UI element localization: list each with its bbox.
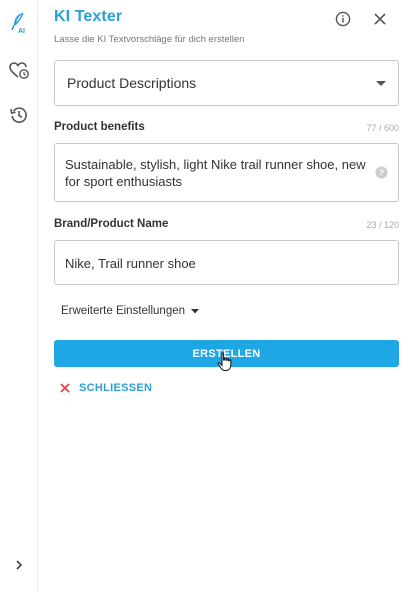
ki-texter-panel: AI KI Texter Lasse die KI Textvorschläge… (0, 0, 412, 592)
panel-subtitle: Lasse die KI Textvorschläge für dich ers… (54, 34, 245, 45)
advanced-settings-toggle[interactable]: Erweiterte Einstellungen (61, 305, 200, 317)
caret-down-icon (376, 81, 386, 86)
logo-badge: AI (18, 28, 25, 35)
advanced-settings-label: Erweiterte Einstellungen (61, 305, 186, 317)
hand-cursor-icon (217, 352, 232, 371)
close-icon[interactable] (369, 8, 391, 30)
close-label: SCHLIESSEN (79, 382, 153, 394)
benefits-counter: 77 / 600 (366, 123, 399, 133)
chevron-right-icon[interactable] (6, 552, 32, 578)
close-link[interactable]: SCHLIESSEN (60, 382, 152, 394)
info-circle-icon[interactable] (332, 8, 354, 30)
brand-input[interactable]: Nike, Trail runner shoe (54, 240, 399, 285)
left-rail: AI (0, 0, 38, 592)
benefits-label: Product benefits (54, 121, 145, 133)
feather-ai-icon[interactable]: AI (6, 10, 32, 36)
panel-title: KI Texter (54, 8, 123, 25)
text-type-select[interactable]: Product Descriptions (54, 60, 399, 106)
text-type-value: Product Descriptions (67, 75, 197, 91)
help-circle-icon[interactable]: ? (375, 166, 388, 179)
history-icon[interactable] (6, 102, 32, 128)
benefits-textarea[interactable]: Sustainable, stylish, light Nike trail r… (54, 143, 399, 202)
benefits-value: Sustainable, stylish, light Nike trail r… (65, 157, 366, 189)
svg-text:?: ? (379, 168, 384, 178)
close-x-icon (60, 383, 70, 393)
brand-label: Brand/Product Name (54, 218, 169, 230)
heart-clock-icon[interactable] (6, 57, 32, 83)
brand-value: Nike, Trail runner shoe (65, 256, 196, 271)
brand-counter: 23 / 120 (366, 220, 399, 230)
caret-down-icon (191, 308, 200, 313)
